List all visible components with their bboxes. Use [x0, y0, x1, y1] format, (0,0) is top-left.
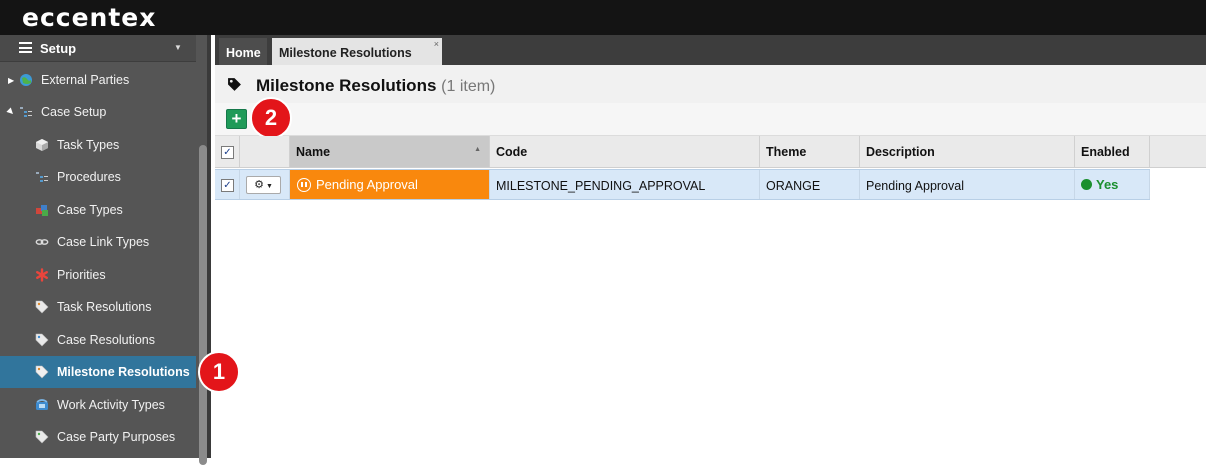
hamburger-icon	[19, 42, 32, 53]
sidebar-header[interactable]: Setup ▼	[0, 35, 196, 62]
row-select-cell: ✓	[215, 170, 240, 199]
sidebar-item-label: Task Resolutions	[57, 300, 152, 314]
column-header-code[interactable]: Code	[490, 136, 760, 167]
select-all-cell: ✓	[215, 136, 240, 167]
gear-icon: ⚙	[254, 179, 264, 191]
column-header-name[interactable]: Name ▲	[290, 136, 490, 167]
sidebar-item-case-link-types[interactable]: Case Link Types	[0, 227, 196, 257]
step-badge-2: 2	[250, 97, 292, 139]
sidebar-item-work-activity-types[interactable]: Work Activity Types	[0, 390, 196, 420]
tag-icon	[228, 78, 241, 91]
row-name-cell[interactable]: Pending Approval	[290, 170, 490, 199]
tag-icon	[35, 300, 49, 314]
step-badge-1: 1	[198, 351, 240, 393]
sidebar-item-external-parties[interactable]: ▶ External Parties	[0, 65, 196, 95]
sidebar-item-task-types[interactable]: Task Types	[0, 130, 196, 160]
sidebar-item-case-types[interactable]: Case Types	[0, 195, 196, 225]
sidebar-item-label: Milestone Resolutions	[57, 365, 190, 379]
chevron-down-icon: ▼	[264, 183, 273, 190]
phone-icon	[36, 399, 48, 410]
pause-icon	[297, 178, 311, 192]
tree-icon	[36, 172, 48, 182]
row-theme: ORANGE	[760, 170, 860, 199]
page-header: Milestone Resolutions (1 item)	[215, 65, 1206, 103]
sidebar-item-priorities[interactable]: Priorities	[0, 260, 196, 290]
toolbar: +	[215, 103, 1206, 136]
expand-arrow-icon[interactable]: ▶	[8, 76, 14, 85]
table-row[interactable]: ✓ ⚙ ▼ Pending Approval MILESTONE_PENDING…	[215, 169, 1150, 200]
row-checkbox[interactable]: ✓	[221, 179, 234, 192]
sidebar-item-label: Case Party Purposes	[57, 430, 176, 444]
sidebar-item-label: Case Types	[57, 203, 123, 217]
tab-milestone-resolutions[interactable]: Milestone Resolutions ×	[272, 38, 442, 65]
item-count: (1 item)	[441, 78, 496, 95]
row-code: MILESTONE_PENDING_APPROVAL	[490, 170, 760, 199]
link-icon	[35, 239, 49, 245]
close-icon[interactable]: ×	[434, 39, 439, 49]
row-actions-cell: ⚙ ▼	[240, 170, 290, 199]
sidebar-item-label: Case Resolutions	[57, 333, 155, 347]
tab-strip: Home Milestone Resolutions ×	[215, 35, 1206, 65]
row-enabled: Yes	[1096, 177, 1119, 192]
page-title-text: Milestone Resolutions	[256, 76, 437, 95]
row-name: Pending Approval	[316, 177, 418, 192]
row-description: Pending Approval	[860, 170, 1075, 199]
sidebar-item-label: Case Setup	[41, 105, 107, 119]
tab-home[interactable]: Home	[219, 38, 267, 65]
cubes-icon	[36, 205, 48, 216]
tag-icon	[35, 365, 49, 379]
sidebar-scrollbar[interactable]	[199, 145, 207, 465]
collapse-arrow-icon[interactable]: ▶	[6, 106, 17, 117]
sidebar-item-label: Work Activity Types	[57, 398, 165, 412]
add-button[interactable]: +	[226, 109, 247, 129]
sort-ascending-icon: ▲	[474, 146, 481, 153]
sidebar: Setup ▼ ▶ External Parties ▶ Case Setup …	[0, 35, 211, 465]
sidebar-item-label: External Parties	[41, 73, 130, 87]
sidebar-item-procedures[interactable]: Procedures	[0, 162, 196, 192]
sidebar-item-label: Procedures	[57, 170, 121, 184]
grid-header: ✓ Name ▲ Code Theme Description Enabled	[215, 136, 1206, 168]
sidebar-item-case-party-purposes[interactable]: Case Party Purposes	[0, 422, 196, 452]
status-dot-icon	[1081, 179, 1092, 190]
tag-icon	[35, 430, 49, 444]
tab-label: Milestone Resolutions	[279, 46, 412, 60]
sidebar-item-label: Case Link Types	[57, 235, 150, 249]
column-label: Name	[296, 145, 331, 159]
asterisk-icon	[36, 268, 49, 282]
row-actions-button[interactable]: ⚙ ▼	[246, 176, 281, 194]
actions-header	[240, 136, 290, 167]
row-enabled-cell: Yes	[1075, 170, 1150, 199]
sidebar-item-milestone-resolutions[interactable]: Milestone Resolutions	[0, 356, 196, 388]
sidebar-item-label: Priorities	[57, 268, 106, 282]
tag-icon	[35, 333, 49, 347]
app-logo: eccentex	[22, 3, 157, 32]
select-all-checkbox[interactable]: ✓	[221, 146, 234, 159]
globe-icon	[20, 74, 32, 86]
page-title: Milestone Resolutions (1 item)	[256, 76, 495, 96]
sidebar-item-case-setup[interactable]: ▶ Case Setup	[0, 97, 196, 127]
sidebar-item-case-resolutions[interactable]: Case Resolutions	[0, 325, 196, 355]
top-bar: eccentex	[0, 0, 1206, 35]
caret-down-icon: ▼	[174, 43, 182, 52]
sidebar-title: Setup	[40, 41, 77, 56]
cube-icon	[36, 139, 48, 151]
column-header-enabled[interactable]: Enabled	[1075, 136, 1150, 167]
tree-icon	[20, 107, 32, 117]
column-header-theme[interactable]: Theme	[760, 136, 860, 167]
column-header-description[interactable]: Description	[860, 136, 1075, 167]
sidebar-item-task-resolutions[interactable]: Task Resolutions	[0, 292, 196, 322]
sidebar-item-label: Task Types	[57, 138, 120, 152]
